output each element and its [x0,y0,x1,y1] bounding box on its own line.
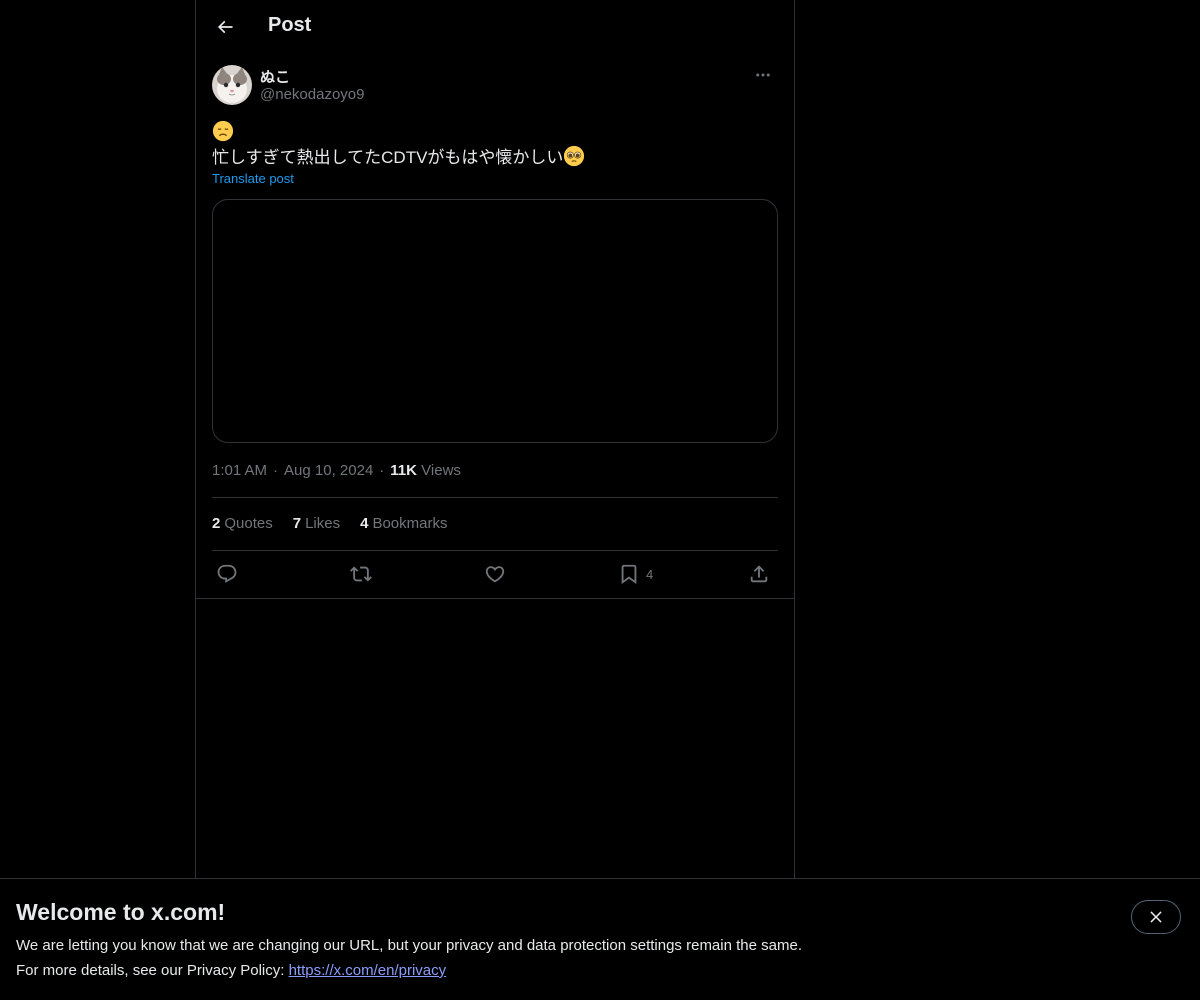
reply-button[interactable] [216,560,238,588]
post-author: ぬこ @nekodazoyo9 [212,64,778,108]
welcome-banner: Welcome to x.com! We are letting you kno… [0,878,1200,1000]
bookmark-icon [621,564,637,585]
repost-icon [350,566,372,582]
banner-close-button[interactable] [1131,900,1181,934]
quotes-stat[interactable]: 2 Quotes [212,515,273,532]
bookmarks-stat[interactable]: 4 Bookmarks [360,515,447,532]
close-icon [1150,911,1162,923]
banner-details: For more details, see our Privacy Policy… [16,962,446,979]
user-handle[interactable]: @nekodazoyo9 [260,86,364,103]
likes-stat[interactable]: 7 Likes [293,515,340,532]
repost-button[interactable] [350,560,372,588]
quotes-count: 2 [212,515,221,532]
views-count: 11K [390,462,417,479]
post-metadata: 1:01 AM · Aug 10, 2024 · 11K Views [212,462,461,479]
share-icon [750,565,768,583]
primary-column: Post ぬこ @nekodazoyo9 忙しすぎて熱出してたCDTVがもはや懐… [195,0,795,878]
banner-message: We are letting you know that we are chan… [16,937,802,954]
post-text: 忙しすぎて熱出してたCDTVがもはや懐かしい [212,120,778,170]
post-bottom-border [196,598,794,599]
like-button[interactable] [484,560,506,588]
page-title: Post [268,14,312,36]
disappointed-face-emoji [212,120,234,142]
post-body-text: 忙しすぎて熱出してたCDTVがもはや懐かしい [212,148,564,167]
bookmark-button[interactable]: 4 [618,560,653,588]
avatar-image [212,65,252,105]
action-bar: 4 [212,560,778,588]
post-stats: 2 Quotes 7 Likes 4 Bookmarks [212,515,447,532]
likes-label: Likes [305,515,341,532]
bookmarks-label: Bookmarks [372,515,448,532]
likes-count: 7 [292,515,302,532]
banner-details-prefix: For more details, see our Privacy Policy… [16,962,289,979]
banner-title: Welcome to x.com! [16,899,226,925]
privacy-policy-link[interactable]: https://x.com/en/privacy [289,962,447,979]
post-time[interactable]: 1:01 AM [212,462,267,479]
more-options-button[interactable] [748,64,778,86]
media-container[interactable] [212,199,778,443]
share-button[interactable] [748,560,770,588]
divider [212,550,778,551]
back-button[interactable] [208,10,242,44]
avatar[interactable] [212,65,252,105]
bookmarks-count: 4 [360,515,369,532]
post-date[interactable]: Aug 10, 2024 [284,462,373,479]
meta-separator: · [379,462,385,479]
views-label: Views [421,462,461,479]
display-name[interactable]: ぬこ [260,66,290,87]
meta-separator: · [273,462,279,479]
header-bar: Post [196,0,794,54]
divider [212,497,778,498]
heart-icon [485,566,505,583]
pleading-face-emoji [564,145,585,167]
translate-post-link[interactable]: Translate post [212,171,294,186]
reply-icon [217,564,237,583]
arrow-left-icon [217,20,233,34]
quotes-label: Quotes [224,515,273,532]
more-horizontal-icon [756,73,770,77]
bookmark-count: 4 [646,566,654,582]
